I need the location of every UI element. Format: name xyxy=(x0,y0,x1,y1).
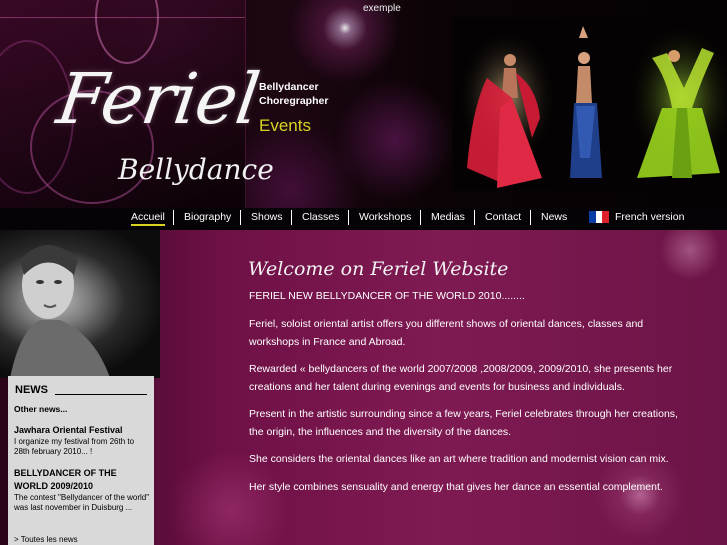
nav-separator xyxy=(348,210,349,225)
portrait-illustration xyxy=(10,245,110,378)
main-content: Welcome on Feriel Website FERIEL NEW BEL… xyxy=(0,230,727,545)
nav-item-accueil[interactable]: Accueil xyxy=(131,211,165,226)
nav-separator xyxy=(291,210,292,225)
intro-line: FERIEL NEW BELLYDANCER OF THE WORLD 2010… xyxy=(249,290,525,302)
paragraph: Her style combines sensuality and energy… xyxy=(249,480,663,493)
news-item-text: I organize my festival from 26th to 28th… xyxy=(14,437,135,456)
news-item-heading[interactable]: BELLYDANCER OF THE WORLD 2009/2010 xyxy=(14,467,150,493)
nav-item-medias[interactable]: Medias xyxy=(431,211,465,223)
events-link[interactable]: Events xyxy=(259,116,311,136)
nav-separator xyxy=(474,210,475,225)
nav-separator xyxy=(173,210,174,225)
all-news-link[interactable]: > Toutes les news xyxy=(14,535,78,544)
site-header: Feriel Bellydance exemple Bellydancer Ch… xyxy=(0,0,727,208)
tagline-line-1: Bellydancer xyxy=(259,81,319,93)
tagline-line-2: Choregrapher xyxy=(259,95,329,107)
logo-title[interactable]: Feriel xyxy=(52,58,263,140)
logo-subtitle: Bellydance xyxy=(118,153,274,186)
news-panel: NEWS Other news... Jawhara Oriental Fest… xyxy=(8,376,154,545)
dancer-illustration xyxy=(452,18,727,190)
content-text: Feriel, soloist oriental artist offers y… xyxy=(249,316,679,506)
nav-separator xyxy=(240,210,241,225)
news-item-text: The contest "Bellydancer of the world" w… xyxy=(14,493,150,512)
paragraph: Present in the artistic surrounding sinc… xyxy=(249,408,678,438)
france-flag-icon[interactable] xyxy=(589,211,609,223)
nav-item-biography[interactable]: Biography xyxy=(184,211,231,223)
portrait-photo xyxy=(0,230,160,378)
news-divider xyxy=(55,394,147,395)
top-caption: exemple xyxy=(363,3,401,14)
nav-item-classes[interactable]: Classes xyxy=(302,211,339,223)
dancer-photos xyxy=(452,18,727,190)
other-news-link[interactable]: Other news... xyxy=(14,404,67,414)
paragraph: Feriel, soloist oriental artist offers y… xyxy=(249,318,644,348)
paragraph: She considers the oriental dances like a… xyxy=(249,453,669,465)
nav-item-news[interactable]: News xyxy=(541,211,567,223)
tagline: Bellydancer Choregrapher xyxy=(259,80,328,108)
nav-item-contact[interactable]: Contact xyxy=(485,211,521,223)
welcome-title: Welcome on Feriel Website xyxy=(248,258,509,280)
nav-item-shows[interactable]: Shows xyxy=(251,211,283,223)
logo-panel: Feriel Bellydance xyxy=(0,0,274,208)
paragraph: Rewarded « bellydancers of the world 200… xyxy=(249,363,673,393)
news-item-heading[interactable]: Jawhara Oriental Festival xyxy=(14,424,150,437)
french-version-link[interactable]: French version xyxy=(615,211,684,223)
swirl-decoration xyxy=(95,0,159,64)
main-navigation: Accueil Biography Shows Classes Workshop… xyxy=(0,208,727,230)
nav-separator xyxy=(420,210,421,225)
nav-separator xyxy=(530,210,531,225)
nav-item-workshops[interactable]: Workshops xyxy=(359,211,411,223)
news-title: NEWS xyxy=(15,384,48,396)
